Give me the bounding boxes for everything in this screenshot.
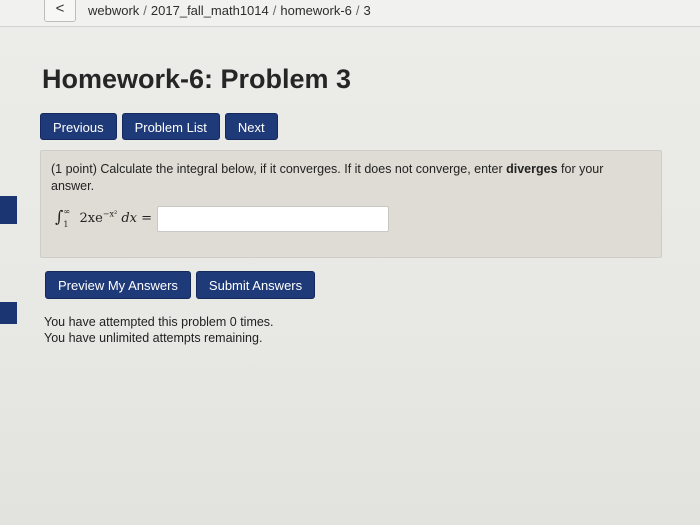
- problem-keyword: diverges: [506, 162, 558, 176]
- upper-limit: ∞: [63, 206, 71, 216]
- breadcrumb-item-set[interactable]: homework-6: [280, 3, 352, 18]
- lower-limit: 1: [63, 219, 69, 229]
- next-button[interactable]: Next: [224, 113, 278, 140]
- problem-nav: Previous Problem List Next: [40, 113, 278, 140]
- problem-box: (1 point) Calculate the integral below, …: [40, 150, 662, 258]
- answer-actions: Preview My Answers Submit Answers: [45, 271, 316, 299]
- left-edge-tab: [0, 196, 17, 224]
- integrand: 2xe: [79, 211, 103, 226]
- breadcrumb-bar: < webwork/2017_fall_math1014/homework-6/…: [0, 0, 700, 27]
- breadcrumb-item-problem: 3: [363, 3, 371, 18]
- attempts-remaining: You have unlimited attempts remaining.: [44, 331, 263, 345]
- previous-button[interactable]: Previous: [40, 113, 117, 140]
- problem-points: (1 point): [51, 162, 97, 176]
- preview-answers-button[interactable]: Preview My Answers: [45, 271, 191, 299]
- integral-symbol: ∫: [55, 207, 64, 226]
- breadcrumb-item-webwork[interactable]: webwork: [88, 3, 139, 18]
- problem-list-button[interactable]: Problem List: [121, 113, 220, 140]
- integral-limits: ∞ 1: [63, 206, 75, 229]
- left-edge-tab: [0, 302, 17, 324]
- breadcrumb-separator: /: [272, 3, 277, 18]
- problem-text-before: Calculate the integral below, if it conv…: [96, 162, 507, 176]
- back-button[interactable]: <: [44, 0, 76, 22]
- problem-statement: (1 point) Calculate the integral below, …: [51, 161, 641, 195]
- attempt-status: You have attempted this problem 0 times.…: [44, 314, 274, 346]
- webwork-page: < webwork/2017_fall_math1014/homework-6/…: [0, 0, 700, 525]
- breadcrumb-separator: /: [143, 3, 147, 18]
- breadcrumb: webwork/2017_fall_math1014/homework-6/3: [88, 3, 371, 18]
- submit-answers-button[interactable]: Submit Answers: [195, 271, 316, 299]
- breadcrumb-separator: /: [355, 3, 360, 18]
- answer-input[interactable]: [157, 206, 389, 232]
- attempts-count: You have attempted this problem 0 times.: [44, 315, 274, 329]
- differential: dx =: [121, 211, 153, 226]
- integrand-exponent: −x²: [102, 209, 118, 219]
- integral-formula: ∫ ∞ 1 2xe−x² dx =: [55, 207, 152, 229]
- chevron-left-icon: <: [55, 0, 65, 17]
- breadcrumb-item-course[interactable]: 2017_fall_math1014: [151, 3, 269, 18]
- page-title: Homework-6: Problem 3: [42, 64, 352, 94]
